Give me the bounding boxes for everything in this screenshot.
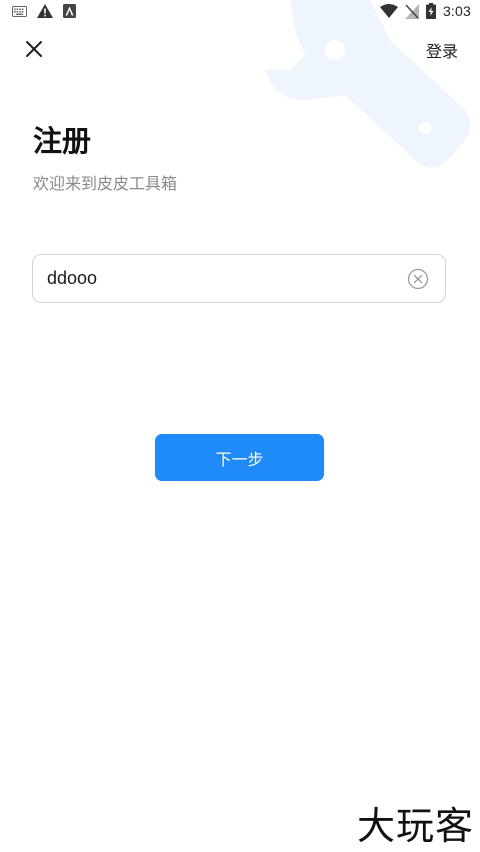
status-bar: 3:03 xyxy=(0,0,480,26)
status-bar-right: 3:03 xyxy=(379,3,471,19)
clear-circle-icon xyxy=(407,268,429,290)
app-notification-icon xyxy=(63,4,76,18)
watermark-text: 大玩客 xyxy=(356,804,474,848)
status-bar-left xyxy=(12,4,76,18)
username-input[interactable] xyxy=(47,255,397,302)
wrench-watermark-icon xyxy=(265,0,471,168)
status-time: 3:03 xyxy=(442,3,471,19)
page-subtitle: 欢迎来到皮皮工具箱 xyxy=(33,174,178,193)
warning-icon xyxy=(37,4,53,18)
no-sim-icon xyxy=(404,3,419,19)
login-link[interactable]: 登录 xyxy=(426,38,458,62)
next-step-button[interactable]: 下一步 xyxy=(155,434,324,481)
battery-charging-icon xyxy=(425,3,436,19)
keyboard-icon xyxy=(12,5,27,17)
clear-input-button[interactable] xyxy=(407,268,429,290)
close-button[interactable] xyxy=(20,35,48,63)
page-title: 注册 xyxy=(33,124,92,158)
close-icon xyxy=(26,41,42,57)
username-field-container xyxy=(32,254,446,303)
wifi-icon xyxy=(379,4,398,18)
